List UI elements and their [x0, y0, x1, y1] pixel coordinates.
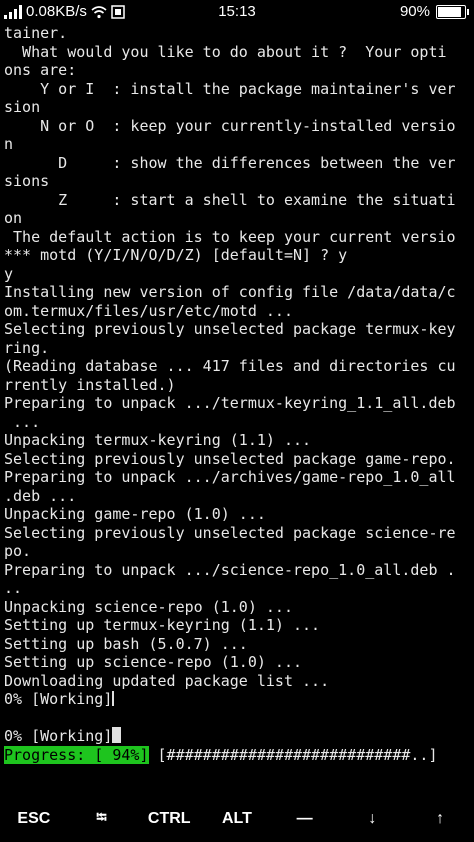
terminal-line: Unpacking termux-keyring (1.1) ... — [4, 431, 312, 449]
terminal-line: Setting up termux-keyring (1.1) ... — [4, 616, 321, 634]
terminal-line: What would you like to do about it ? You… — [4, 42, 447, 61]
terminal-line: The default action is to keep your curre… — [4, 227, 456, 246]
battery-percent: 90% — [399, 3, 430, 20]
terminal-line: n — [4, 135, 14, 153]
terminal-line: (Reading database ... 417 files and dire… — [4, 357, 456, 375]
terminal-line: Preparing to unpack .../science-repo_1.0… — [4, 560, 456, 579]
terminal-cursor — [112, 727, 122, 743]
up-arrow-key[interactable]: ↑ — [410, 810, 470, 828]
working-line: 0% [Working] — [4, 690, 470, 709]
terminal-line: N or O : keep your currently-installed v… — [4, 116, 456, 135]
terminal-line: Preparing to unpack .../archives/game-re… — [4, 468, 456, 486]
status-bar: 0.08KB/s 15:13 90% — [0, 0, 474, 24]
terminal-line: tainer. — [4, 24, 68, 42]
battery-icon — [436, 4, 469, 19]
terminal-line: *** motd (Y/I/N/O/D/Z) [default=N] ? y — [4, 246, 348, 264]
terminal-line: om.termux/files/usr/etc/motd ... — [4, 301, 293, 320]
down-arrow-key[interactable]: ↓ — [342, 810, 402, 828]
terminal-line: ring. — [4, 338, 50, 357]
terminal-line: ons are: — [4, 61, 77, 79]
esc-key[interactable]: ESC — [4, 810, 64, 828]
terminal-line: D : show the differences between the ver — [4, 153, 456, 172]
terminal-line: sion — [4, 98, 41, 116]
terminal-line: Preparing to unpack .../termux-keyring_1… — [4, 394, 456, 412]
working-status-text: 0% [Working] — [4, 690, 113, 708]
terminal-line: y — [4, 264, 14, 283]
tab-key[interactable]: ⭾ — [72, 807, 132, 831]
terminal-line: Z : start a shell to examine the situati — [4, 190, 456, 209]
alt-key[interactable]: ALT — [207, 810, 267, 828]
terminal-line: Installing new version of config file /d… — [4, 283, 456, 301]
terminal-view[interactable]: tainer. What would you like to do about … — [4, 24, 470, 788]
terminal-line: Setting up science-repo (1.0) ... — [4, 653, 303, 671]
terminal-line: ... — [4, 412, 41, 431]
terminal-line: Downloading updated package list ... — [4, 671, 330, 690]
terminal-line: rrently installed.) — [4, 375, 176, 394]
terminal-output: tainer. What would you like to do about … — [4, 24, 470, 690]
terminal-line: Unpacking science-repo (1.0) ... — [4, 597, 293, 616]
status-right: 90% — [399, 3, 469, 20]
terminal-line: sions — [4, 172, 50, 190]
terminal-line: Unpacking game-repo (1.0) ... — [4, 505, 266, 523]
working-line-current: 0% [Working] — [4, 727, 470, 746]
terminal-line: on — [4, 209, 23, 227]
terminal-line: Selecting previously unselected package … — [4, 523, 456, 542]
progress-label: Progress: [ 94%] — [4, 745, 149, 764]
ctrl-key[interactable]: CTRL — [139, 810, 199, 828]
working-status-text: 0% [Working] — [4, 727, 113, 745]
terminal-line: Y or I : install the package maintainer'… — [4, 79, 456, 98]
progress-bar: [###########################..] — [148, 745, 438, 764]
terminal-line: Selecting previously unselected package … — [4, 449, 456, 468]
text-caret — [112, 691, 115, 706]
terminal-line: po. — [4, 542, 32, 560]
terminal-line: .. — [4, 579, 23, 597]
extra-keys-bar: ESC ⭾ CTRL ALT — ↓ ↑ — [0, 796, 474, 842]
dash-key[interactable]: — — [275, 810, 335, 828]
terminal-line: Setting up bash (5.0.7) ... — [4, 634, 248, 653]
terminal-line: .deb ... — [4, 486, 77, 505]
progress-line: Progress: [ 94%] [######################… — [4, 745, 470, 765]
terminal-line: Selecting previously unselected package … — [4, 320, 456, 338]
